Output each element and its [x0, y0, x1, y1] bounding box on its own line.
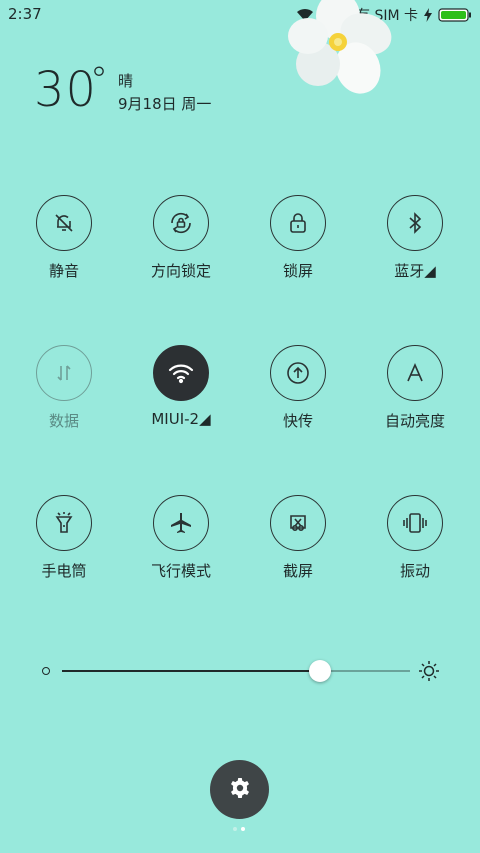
degree-symbol: °: [90, 60, 108, 101]
page-indicator: [233, 827, 245, 831]
brightness-high-icon: [418, 660, 440, 686]
toggle-wifi-circle[interactable]: [153, 345, 209, 401]
toggle-vibrate-label: 振动: [399, 562, 430, 580]
toggle-auto-brightness-circle[interactable]: [387, 345, 443, 401]
toggle-airplane-mode[interactable]: 飞行模式: [126, 495, 236, 581]
toggle-lock-screen-label: 锁屏: [282, 262, 313, 280]
weather-condition: 晴: [118, 72, 134, 90]
brightness-fill: [62, 670, 320, 672]
toggle-flashlight-label: 手电筒: [41, 562, 87, 580]
brightness-low-icon: [42, 667, 50, 675]
toggle-vibrate-circle[interactable]: [387, 495, 443, 551]
brightness-track[interactable]: [62, 660, 410, 682]
mobile-data-icon: [53, 362, 75, 384]
battery-icon: [438, 8, 472, 22]
toggle-fast-transfer[interactable]: 快传: [243, 345, 353, 431]
bluetooth-icon: [405, 211, 425, 235]
weather-date: 9月18日 周一: [118, 95, 212, 113]
flashlight-icon: [53, 511, 75, 535]
toggle-mute-circle[interactable]: [36, 195, 92, 251]
toggle-lock-screen-circle[interactable]: [270, 195, 326, 251]
page-dot-1: [233, 827, 237, 831]
toggle-auto-brightness-label: 自动亮度: [384, 412, 445, 430]
temperature: 30: [34, 62, 98, 118]
toggle-bluetooth-circle[interactable]: [387, 195, 443, 251]
toggle-bluetooth-label: 蓝牙◢: [394, 262, 436, 280]
toggle-airplane-mode-circle[interactable]: [153, 495, 209, 551]
screenshot-icon: [286, 511, 310, 535]
toggle-rotation-lock[interactable]: 方向锁定: [126, 195, 236, 281]
gear-icon: [229, 777, 251, 803]
toggle-flashlight-circle[interactable]: [36, 495, 92, 551]
brightness-thumb[interactable]: [308, 660, 331, 682]
toggle-fast-transfer-label: 快传: [282, 412, 313, 430]
weather-widget[interactable]: 30 ° 晴 9月18日 周一: [34, 60, 211, 118]
lock-icon: [287, 211, 309, 235]
airplane-icon: [169, 511, 193, 535]
toggle-rotation-lock-circle[interactable]: [153, 195, 209, 251]
toggle-wifi-label: MIUI-2◢: [151, 410, 211, 428]
fast-transfer-icon: [285, 360, 311, 386]
page-dot-2: [241, 827, 245, 831]
toggle-mute[interactable]: 静音: [9, 195, 119, 281]
wifi-icon: [168, 362, 194, 384]
toggle-mobile-data-label: 数据: [48, 412, 79, 430]
toggle-screenshot-label: 截屏: [282, 562, 313, 580]
bell-off-icon: [52, 211, 76, 235]
toggle-wifi[interactable]: MIUI-2◢: [126, 345, 236, 428]
charging-icon: [424, 8, 432, 22]
toggle-screenshot-circle[interactable]: [270, 495, 326, 551]
toggle-airplane-mode-label: 飞行模式: [150, 562, 211, 580]
vibrate-icon: [401, 511, 429, 535]
rotation-lock-icon: [168, 210, 194, 236]
toggle-auto-brightness[interactable]: 自动亮度: [360, 345, 470, 431]
toggle-fast-transfer-circle[interactable]: [270, 345, 326, 401]
toggle-mute-label: 静音: [48, 262, 79, 280]
toggle-rotation-lock-label: 方向锁定: [150, 262, 211, 280]
flower-wallpaper-image: [270, 0, 420, 110]
auto-brightness-icon: [404, 362, 426, 384]
brightness-slider[interactable]: [42, 660, 442, 682]
status-time: 2:37: [8, 5, 42, 23]
toggle-vibrate[interactable]: 振动: [360, 495, 470, 581]
toggle-flashlight[interactable]: 手电筒: [9, 495, 119, 581]
toggle-screenshot[interactable]: 截屏: [243, 495, 353, 581]
toggle-mobile-data[interactable]: 数据: [9, 345, 119, 431]
settings-button[interactable]: [210, 760, 269, 819]
toggle-lock-screen[interactable]: 锁屏: [243, 195, 353, 281]
toggle-bluetooth[interactable]: 蓝牙◢: [360, 195, 470, 281]
toggle-mobile-data-circle[interactable]: [36, 345, 92, 401]
